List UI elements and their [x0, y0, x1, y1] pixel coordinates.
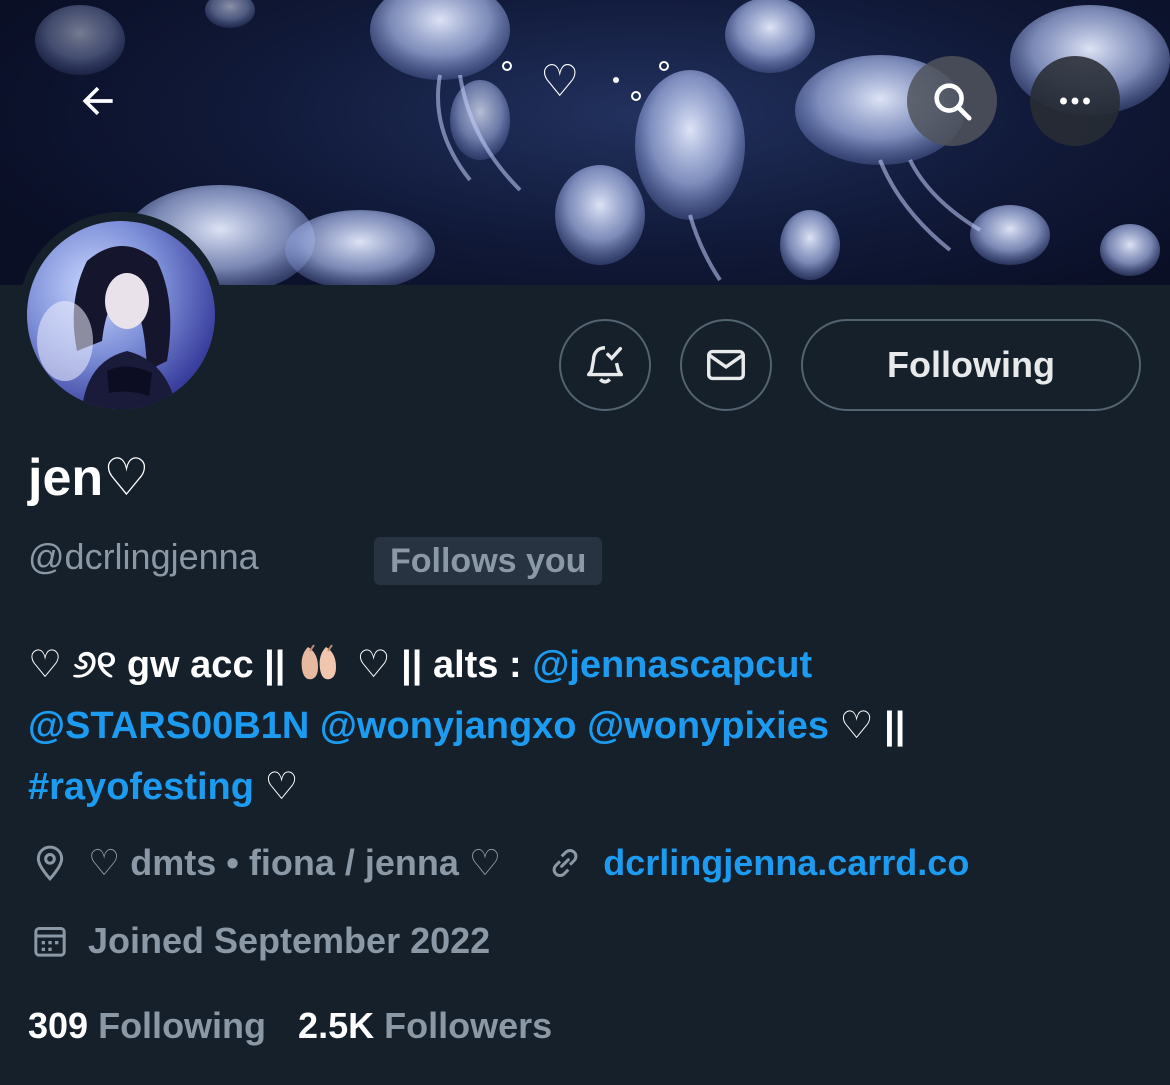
more-horizontal-icon: [1060, 97, 1090, 105]
avatar-container[interactable]: [18, 212, 224, 418]
message-button[interactable]: [680, 319, 772, 411]
banner-heart-text: ♡: [540, 56, 579, 107]
following-label: Following: [98, 1005, 267, 1046]
bio-mention-link[interactable]: @wonypixies: [587, 705, 829, 747]
display-name: jen♡: [28, 449, 150, 507]
location-text: ♡ dmts • fiona / jenna ♡: [88, 842, 502, 883]
website-link[interactable]: dcrlingjenna.carrd.co: [603, 842, 969, 884]
profile-page: ♡ Following jen♡ @dcrlingjenna Follows y…: [0, 0, 1170, 1085]
followers-count: 2.5K: [298, 1005, 375, 1046]
followers-label: Followers: [384, 1005, 553, 1046]
avatar[interactable]: [27, 221, 215, 409]
bio-mention-link[interactable]: @wonyjangxo: [320, 705, 577, 747]
location-pin-icon: [30, 843, 70, 883]
user-handle: @dcrlingjenna: [28, 536, 259, 577]
bell-check-icon: [586, 346, 624, 384]
ballet-shoes-emoji-icon: [301, 644, 336, 680]
envelope-icon: [707, 349, 745, 381]
bio-text: ♡ ||: [828, 705, 906, 747]
profile-bio: ♡ ୬୧ gw acc || ♡ || alts : @jennascapcut…: [28, 635, 1148, 818]
bio-mention-link[interactable]: @STARS00B1N: [28, 705, 309, 747]
notifications-button[interactable]: [559, 319, 651, 411]
search-button[interactable]: [907, 56, 997, 146]
joined-date-text: Joined September 2022: [88, 920, 491, 961]
following-count-link[interactable]: 309 Following: [28, 1005, 266, 1047]
bio-text: ♡ || alts :: [345, 644, 533, 686]
bio-mention-link[interactable]: @jennascapcut: [532, 644, 812, 686]
calendar-icon: [30, 921, 70, 961]
avatar-image: [37, 246, 177, 409]
bio-text: ♡ ୬୧ gw acc ||: [28, 644, 296, 686]
follows-you-badge: Follows you: [374, 537, 603, 585]
bio-hashtag-link[interactable]: #rayofesting: [28, 766, 254, 808]
link-icon: [545, 843, 585, 883]
follow-stats: 309 Following 2.5K Followers: [28, 1005, 584, 1047]
profile-joined-row: Joined September 2022: [30, 920, 490, 962]
arrow-left-icon: [82, 86, 113, 116]
following-count: 309: [28, 1005, 89, 1046]
back-button[interactable]: [53, 56, 143, 146]
more-options-button[interactable]: [1030, 56, 1120, 146]
following-button[interactable]: Following: [801, 319, 1141, 411]
bio-text: ♡: [253, 766, 299, 808]
followers-count-link[interactable]: 2.5K Followers: [298, 1005, 552, 1047]
search-icon: [934, 83, 972, 121]
profile-meta-row: ♡ dmts • fiona / jenna ♡ dcrlingjenna.ca…: [30, 842, 969, 884]
